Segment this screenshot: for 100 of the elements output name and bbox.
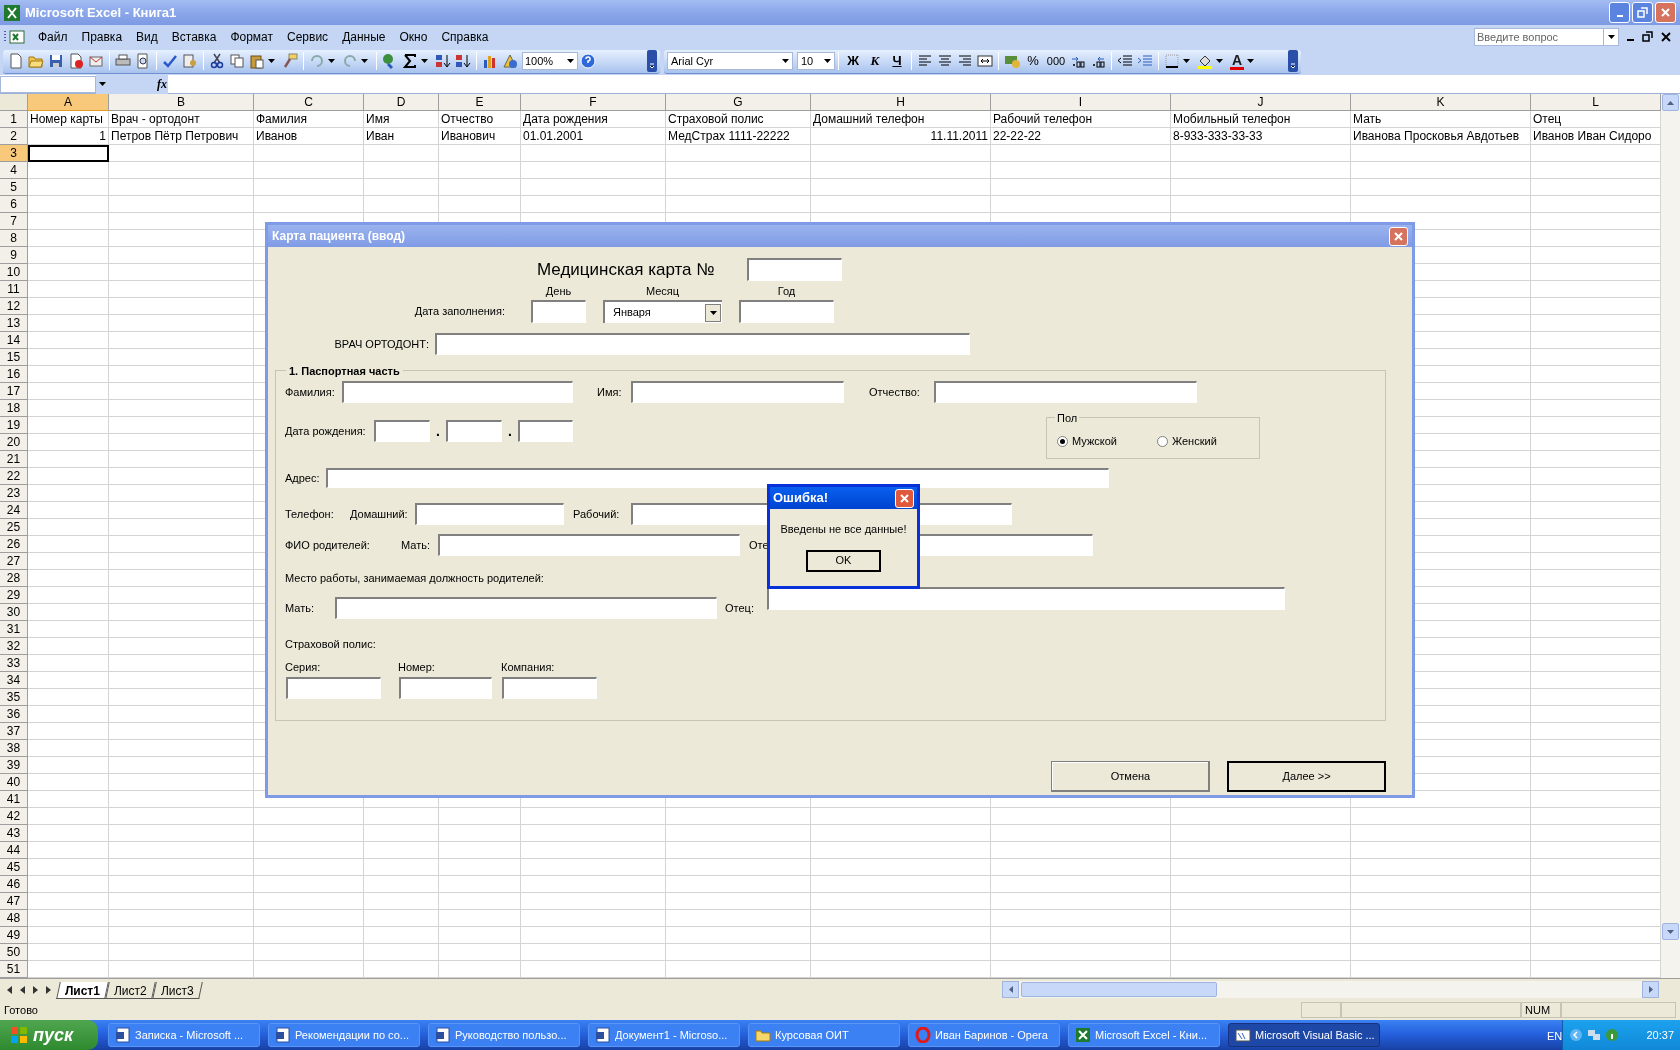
grid-cell[interactable] <box>28 587 109 604</box>
row-header[interactable]: 39 <box>0 757 28 774</box>
table-cell[interactable]: Иван <box>364 128 439 145</box>
column-header[interactable]: L <box>1531 94 1661 111</box>
column-header[interactable]: A <box>28 94 109 111</box>
menu-item[interactable]: Вид <box>129 27 165 46</box>
row-header[interactable]: 46 <box>0 876 28 893</box>
grid-cell[interactable] <box>28 638 109 655</box>
dropdown-caret-icon[interactable] <box>709 310 717 315</box>
row-header[interactable]: 40 <box>0 774 28 791</box>
column-header[interactable]: E <box>439 94 521 111</box>
row-header[interactable]: 34 <box>0 672 28 689</box>
grid-cell[interactable] <box>109 876 254 893</box>
grid-cell[interactable] <box>109 706 254 723</box>
radio-option[interactable]: Мужской <box>1057 432 1117 450</box>
info-icon[interactable] <box>1605 1028 1619 1042</box>
start-button[interactable]: пуск <box>0 1020 98 1050</box>
grid-cell[interactable] <box>521 893 666 910</box>
grid-cell[interactable] <box>666 927 811 944</box>
grid-cell[interactable] <box>1351 808 1531 825</box>
menu-item[interactable]: Окно <box>392 27 435 46</box>
underline-button[interactable]: Ч <box>886 51 908 71</box>
grid-cell[interactable] <box>109 859 254 876</box>
grid-cell[interactable] <box>439 910 521 927</box>
sheet-tab[interactable]: Лист1 <box>56 981 109 999</box>
input-field[interactable] <box>502 677 597 699</box>
sheet-tab[interactable]: Лист2 <box>105 981 156 999</box>
workbook-icon[interactable] <box>9 28 25 45</box>
table-cell[interactable]: Домашний телефон <box>811 111 991 128</box>
opera-logo-icon[interactable] <box>915 1027 931 1043</box>
menu-item[interactable]: Сервис <box>280 27 336 46</box>
row-header[interactable]: 10 <box>0 264 28 281</box>
grid-cell[interactable] <box>28 723 109 740</box>
copy-icon[interactable] <box>229 53 245 69</box>
grid-cell[interactable] <box>28 179 109 196</box>
grid-cell[interactable] <box>666 162 811 179</box>
grid-cell[interactable] <box>109 332 254 349</box>
grid-cell[interactable] <box>364 196 439 213</box>
grid-cell[interactable] <box>109 434 254 451</box>
grid-cell[interactable] <box>28 451 109 468</box>
drawing-icon[interactable] <box>502 53 518 69</box>
table-cell[interactable]: Мать <box>1351 111 1531 128</box>
taskbar-button[interactable]: Документ1 - Microso... <box>588 1023 740 1047</box>
row-header[interactable]: 26 <box>0 536 28 553</box>
grid-cell[interactable] <box>254 196 364 213</box>
dropdown-caret-icon[interactable] <box>361 59 368 63</box>
grid-cell[interactable] <box>109 621 254 638</box>
table-cell[interactable]: Врач - ортодонт <box>109 111 254 128</box>
grid-cell[interactable] <box>28 298 109 315</box>
row-header[interactable]: 36 <box>0 706 28 723</box>
input-field[interactable] <box>747 258 842 281</box>
grid-cell[interactable] <box>28 774 109 791</box>
currency-icon[interactable] <box>1004 53 1020 69</box>
grid-cell[interactable] <box>28 502 109 519</box>
column-header[interactable]: F <box>521 94 666 111</box>
grid-cell[interactable] <box>109 740 254 757</box>
scroll-thumb[interactable] <box>1021 982 1217 997</box>
grid-cell[interactable] <box>364 145 439 162</box>
grid-cell[interactable] <box>1351 944 1531 961</box>
toolbar-options-icon[interactable] <box>1288 50 1298 72</box>
grid-cell[interactable] <box>28 247 109 264</box>
spreadsheet-icon[interactable] <box>1075 1027 1091 1043</box>
grid-cell[interactable] <box>28 842 109 859</box>
row-header[interactable]: 35 <box>0 689 28 706</box>
taskbar-button[interactable]: Microsoft Excel - Кни... <box>1068 1023 1220 1047</box>
comma-style-button[interactable]: 000 <box>1044 52 1068 70</box>
active-cell[interactable] <box>28 145 109 162</box>
grid-cell[interactable] <box>666 825 811 842</box>
table-cell[interactable]: Рабочий телефон <box>991 111 1171 128</box>
grid-cell[interactable] <box>364 162 439 179</box>
grid-cell[interactable] <box>109 553 254 570</box>
grid-cell[interactable] <box>364 910 439 927</box>
month-dropdown[interactable]: Января <box>603 300 722 323</box>
grid-cell[interactable] <box>28 791 109 808</box>
sort-descending-icon[interactable] <box>455 53 471 69</box>
grid-cell[interactable] <box>109 230 254 247</box>
row-header[interactable]: 33 <box>0 655 28 672</box>
grid-cell[interactable] <box>28 196 109 213</box>
grid-cell[interactable] <box>254 910 364 927</box>
grid-cell[interactable] <box>28 536 109 553</box>
input-field[interactable] <box>531 300 586 323</box>
grid-cell[interactable] <box>521 162 666 179</box>
table-cell[interactable]: Номер карты <box>28 111 109 128</box>
dropdown-caret-icon[interactable] <box>421 59 428 63</box>
grid-cell[interactable] <box>364 927 439 944</box>
grid-cell[interactable] <box>666 808 811 825</box>
grid-cell[interactable] <box>28 893 109 910</box>
input-field[interactable] <box>518 420 573 442</box>
column-header[interactable]: B <box>109 94 254 111</box>
document-icon[interactable] <box>595 1027 611 1043</box>
row-header[interactable]: 22 <box>0 468 28 485</box>
language-indicator[interactable]: EN <box>1547 1028 1563 1045</box>
row-header[interactable]: 8 <box>0 230 28 247</box>
align-left-icon[interactable] <box>917 53 933 69</box>
grid-cell[interactable] <box>364 944 439 961</box>
font-color-button[interactable]: A <box>1230 52 1257 70</box>
taskbar-button[interactable]: Курсовая ОИТ <box>748 1023 900 1047</box>
grid-cell[interactable] <box>439 808 521 825</box>
grid-cell[interactable] <box>811 927 991 944</box>
sort-ascending-icon[interactable] <box>435 53 451 69</box>
